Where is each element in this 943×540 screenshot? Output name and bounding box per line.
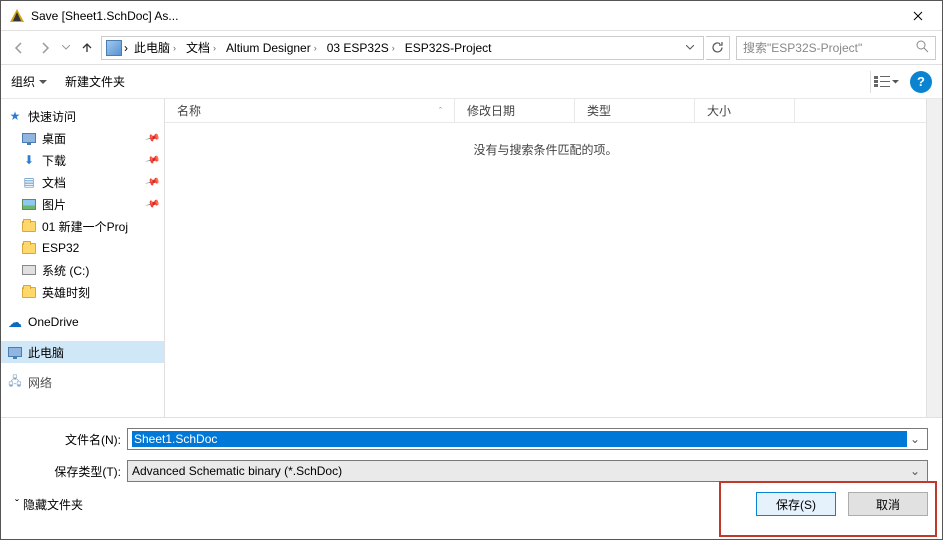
- folder-icon: [21, 240, 37, 256]
- chevron-down-icon: ˇ: [15, 497, 19, 511]
- view-options-button[interactable]: [870, 71, 902, 93]
- search-placeholder: 搜索"ESP32S-Project": [743, 39, 862, 56]
- chevron-down-icon[interactable]: ⌄: [907, 432, 923, 446]
- window-title: Save [Sheet1.SchDoc] As...: [31, 9, 895, 23]
- new-folder-button[interactable]: 新建文件夹: [65, 73, 125, 90]
- save-button[interactable]: 保存(S): [756, 492, 836, 516]
- col-type[interactable]: 类型: [575, 99, 695, 122]
- sidebar-this-pc[interactable]: 此电脑: [1, 341, 164, 363]
- folder-icon: [21, 284, 37, 300]
- filename-input[interactable]: Sheet1.SchDoc ⌄: [127, 428, 928, 450]
- pin-icon: 📌: [144, 174, 160, 190]
- sidebar-pictures[interactable]: 图片📌: [1, 193, 164, 215]
- empty-message: 没有与搜索条件匹配的项。: [165, 123, 926, 417]
- col-size[interactable]: 大小: [695, 99, 795, 122]
- breadcrumb[interactable]: Altium Designer›: [222, 39, 321, 57]
- chevron-right-icon: ›: [124, 41, 128, 55]
- nav-forward-button[interactable]: [33, 36, 57, 60]
- col-modified[interactable]: 修改日期: [455, 99, 575, 122]
- filetype-label: 保存类型(T):: [15, 463, 127, 480]
- sidebar-desktop[interactable]: 桌面📌: [1, 127, 164, 149]
- search-icon: [916, 40, 929, 56]
- pc-icon: [7, 344, 23, 360]
- pin-icon: 📌: [144, 196, 160, 212]
- picture-icon: [21, 196, 37, 212]
- col-name[interactable]: 名称 ˆ: [165, 99, 455, 122]
- nav-up-button[interactable]: [75, 36, 99, 60]
- sidebar-network[interactable]: 🖧 网络: [1, 371, 164, 393]
- pin-icon: 📌: [144, 130, 160, 146]
- help-button[interactable]: ?: [910, 71, 932, 93]
- hide-folders-toggle[interactable]: ˇ 隐藏文件夹: [15, 496, 83, 513]
- scrollbar[interactable]: [926, 99, 942, 417]
- breadcrumb[interactable]: 03 ESP32S›: [323, 39, 399, 57]
- nav-recent-dropdown[interactable]: [59, 36, 73, 60]
- sidebar-quick-access[interactable]: ★ 快速访问: [1, 105, 164, 127]
- download-icon: ⬇: [21, 152, 37, 168]
- filetype-select[interactable]: Advanced Schematic binary (*.SchDoc) ⌄: [127, 460, 928, 482]
- column-headers: 名称 ˆ 修改日期 类型 大小: [165, 99, 926, 123]
- cloud-icon: ☁: [7, 314, 23, 330]
- breadcrumb[interactable]: 此电脑›: [130, 37, 180, 58]
- sidebar-folder-esp32[interactable]: ESP32: [1, 237, 164, 259]
- pc-icon: [106, 40, 122, 56]
- sidebar-documents[interactable]: ▤ 文档📌: [1, 171, 164, 193]
- cancel-button[interactable]: 取消: [848, 492, 928, 516]
- organize-menu[interactable]: 组织: [11, 73, 47, 90]
- address-bar[interactable]: › 此电脑› 文档› Altium Designer› 03 ESP32S› E…: [101, 36, 704, 60]
- desktop-icon: [21, 130, 37, 146]
- nav-back-button[interactable]: [7, 36, 31, 60]
- sidebar-folder-proj[interactable]: 01 新建一个Proj: [1, 215, 164, 237]
- document-icon: ▤: [21, 174, 37, 190]
- folder-icon: [21, 218, 37, 234]
- sort-indicator: ˆ: [439, 106, 442, 116]
- pin-icon: 📌: [144, 152, 160, 168]
- chevron-down-icon[interactable]: ⌄: [907, 464, 923, 478]
- breadcrumb[interactable]: ESP32S-Project: [401, 39, 496, 57]
- sidebar: ★ 快速访问 桌面📌 ⬇ 下载📌 ▤ 文档📌 图片📌 01 新建一个Proj E…: [1, 99, 165, 417]
- refresh-button[interactable]: [706, 36, 730, 60]
- sidebar-drive-c[interactable]: 系统 (C:): [1, 259, 164, 281]
- close-button[interactable]: [895, 2, 940, 30]
- filename-label: 文件名(N):: [15, 431, 127, 448]
- network-icon: 🖧: [7, 374, 23, 390]
- star-icon: ★: [7, 108, 23, 124]
- sidebar-downloads[interactable]: ⬇ 下载📌: [1, 149, 164, 171]
- search-input[interactable]: 搜索"ESP32S-Project": [736, 36, 936, 60]
- disk-icon: [21, 262, 37, 278]
- app-icon: [9, 8, 25, 24]
- breadcrumb[interactable]: 文档›: [182, 37, 220, 58]
- address-dropdown[interactable]: [681, 45, 699, 50]
- sidebar-folder-hero[interactable]: 英雄时刻: [1, 281, 164, 303]
- sidebar-onedrive[interactable]: ☁ OneDrive: [1, 311, 164, 333]
